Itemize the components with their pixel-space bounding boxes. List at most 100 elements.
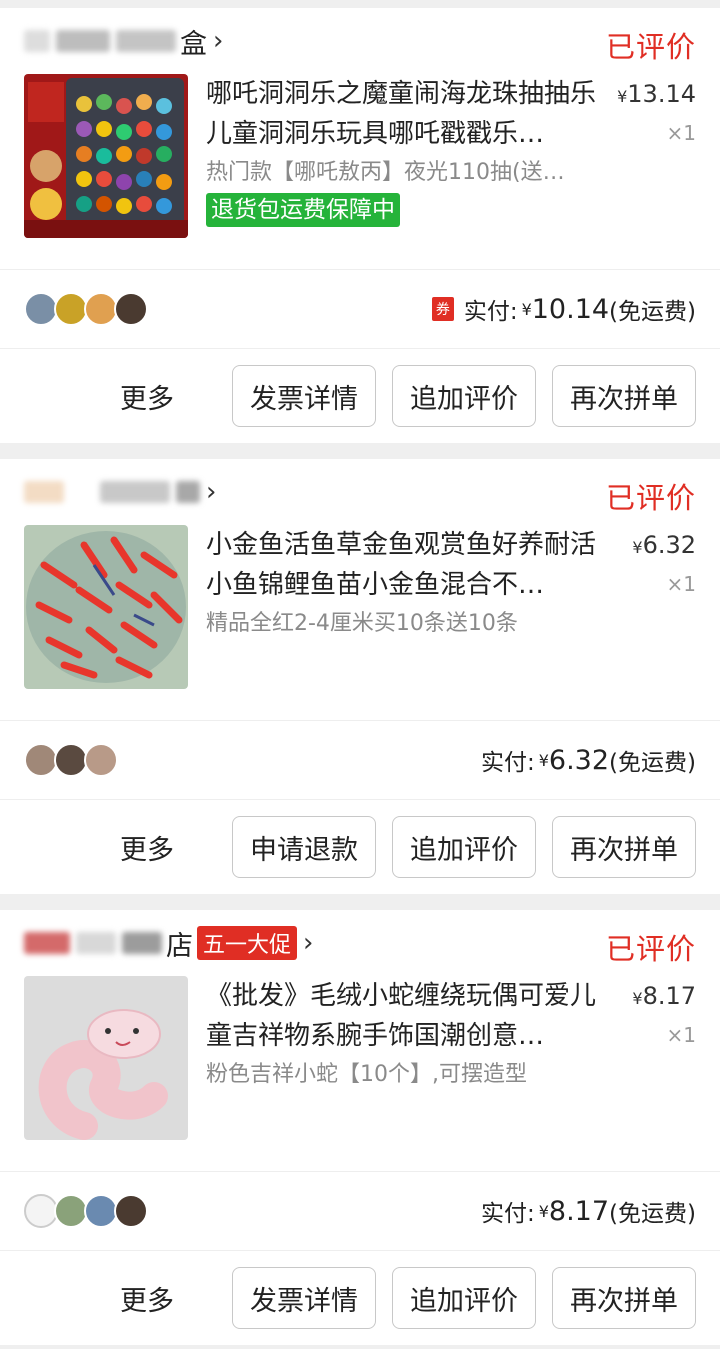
product-spec: 精品全红2-4厘米买10条送10条 [206, 611, 518, 636]
shop-header[interactable]: › 已评价 [0, 459, 720, 525]
shop-name-blurred [24, 30, 176, 52]
paid-label: 实付: [480, 1201, 535, 1227]
avatar [114, 1194, 148, 1228]
paid-row: 实付: ¥ 8.17 (免运费) [0, 1171, 720, 1251]
paid-amount: 实付: ¥ 6.32 (免运费) [481, 743, 696, 777]
paid-value: 6.32 [548, 744, 610, 776]
coupon-icon: 券 [431, 297, 454, 321]
group-avatars [24, 743, 118, 777]
order-status: 已评价 [605, 932, 696, 966]
more-button[interactable]: 更多 [120, 1279, 174, 1318]
paid-value: 8.17 [548, 1195, 610, 1227]
product-title[interactable]: 《批发》毛绒小蛇缠绕玩偶可爱儿童吉祥物系腕手饰国潮创意… [206, 976, 616, 1056]
shipping-note: (免运费) [609, 1201, 696, 1227]
order-card: 店 五一大促 › 已评价 《批发》毛绒小蛇缠绕玩偶可爱儿童吉祥物系腕手饰国潮创意… [0, 910, 720, 1345]
item-info: 小金鱼活鱼草金鱼观赏鱼好养耐活小鱼锦鲤鱼苗小金鱼混合不… 精品全红2-4厘米买1… [206, 525, 616, 720]
shop-name[interactable]: 盒 [180, 22, 207, 61]
group-avatars [24, 292, 148, 326]
paid-value: 10.14 [531, 293, 610, 325]
price-column: ¥6.32 ×1 [632, 525, 696, 596]
product-title[interactable]: 哪吒洞洞乐之魔童闹海龙珠抽抽乐儿童洞洞乐玩具哪吒戳戳乐… [206, 74, 616, 154]
unit-price: ¥13.14 [617, 74, 696, 117]
blur-block [70, 481, 94, 503]
paid-label: 实付: [463, 299, 518, 325]
avatar [84, 743, 118, 777]
paid-amount: 实付: ¥ 8.17 (免运费) [481, 1194, 696, 1228]
top-gap [0, 0, 720, 8]
blur-block [24, 481, 64, 503]
order-item[interactable]: 小金鱼活鱼草金鱼观赏鱼好养耐活小鱼锦鲤鱼苗小金鱼混合不… 精品全红2-4厘米买1… [0, 525, 720, 720]
shop-header[interactable]: 盒 › 已评价 [0, 8, 720, 74]
order-status: 已评价 [605, 30, 696, 64]
avatar [54, 292, 88, 326]
avatar [114, 292, 148, 326]
quantity: ×1 [666, 121, 696, 145]
unit-price: ¥6.32 [632, 525, 696, 568]
avatar [24, 292, 58, 326]
paid-label: 实付: [480, 750, 535, 776]
avatar [84, 1194, 118, 1228]
add-review-button[interactable]: 追加评价 [392, 1267, 536, 1329]
currency-symbol: ¥ [632, 538, 643, 557]
chevron-right-icon[interactable]: › [303, 928, 313, 958]
request-refund-button[interactable]: 申请退款 [232, 816, 376, 878]
shop-name-blurred [24, 932, 162, 954]
blur-block [24, 30, 50, 52]
shop-name[interactable]: 店 [166, 924, 193, 963]
product-spec: 粉色吉祥小蛇【10个】,可摆造型 [206, 1062, 527, 1087]
reorder-button[interactable]: 再次拼单 [552, 816, 696, 878]
add-review-button[interactable]: 追加评价 [392, 365, 536, 427]
order-card: › 已评价 小金鱼活鱼草金鱼观赏鱼好养耐活小鱼锦鲤鱼苗小金鱼混合不… 精品全红2… [0, 459, 720, 894]
order-item[interactable]: 哪吒洞洞乐之魔童闹海龙珠抽抽乐儿童洞洞乐玩具哪吒戳戳乐… 热门款【哪吒敖丙】夜光… [0, 74, 720, 269]
action-row: 更多 发票详情 追加评价 再次拼单 [0, 349, 720, 443]
currency-symbol: ¥ [617, 87, 628, 106]
avatar [54, 743, 88, 777]
product-title[interactable]: 小金鱼活鱼草金鱼观赏鱼好养耐活小鱼锦鲤鱼苗小金鱼混合不… [206, 525, 616, 605]
blur-block [122, 932, 162, 954]
paid-row: 实付: ¥ 6.32 (免运费) [0, 720, 720, 800]
invoice-details-button[interactable]: 发票详情 [232, 1267, 376, 1329]
quantity: ×1 [666, 1023, 696, 1047]
blur-block [116, 30, 176, 52]
unit-price-value: 6.32 [642, 531, 696, 559]
avatar [24, 743, 58, 777]
avatar [54, 1194, 88, 1228]
action-row: 更多 申请退款 追加评价 再次拼单 [0, 800, 720, 894]
chevron-right-icon[interactable]: › [206, 477, 216, 507]
currency-symbol: ¥ [538, 750, 549, 770]
paid-amount: 券 实付: ¥ 10.14 (免运费) [431, 292, 696, 326]
add-review-button[interactable]: 追加评价 [392, 816, 536, 878]
paid-row: 券 实付: ¥ 10.14 (免运费) [0, 269, 720, 349]
return-shipping-badge: 退货包运费保障中 [206, 193, 400, 227]
shop-name-blurred [24, 481, 200, 503]
product-image[interactable] [24, 976, 188, 1140]
more-button[interactable]: 更多 [120, 377, 174, 416]
product-image[interactable] [24, 74, 188, 238]
unit-price-value: 8.17 [642, 982, 696, 1010]
reorder-button[interactable]: 再次拼单 [552, 365, 696, 427]
avatar [84, 292, 118, 326]
group-avatars [24, 1194, 148, 1228]
more-button[interactable]: 更多 [120, 828, 174, 867]
shipping-note: (免运费) [609, 750, 696, 776]
order-status: 已评价 [605, 481, 696, 515]
action-row: 更多 发票详情 追加评价 再次拼单 [0, 1251, 720, 1345]
currency-symbol: ¥ [538, 1201, 549, 1221]
invoice-details-button[interactable]: 发票详情 [232, 365, 376, 427]
chevron-right-icon[interactable]: › [213, 26, 223, 56]
product-spec: 热门款【哪吒敖丙】夜光110抽(送… [206, 160, 565, 185]
blur-block [24, 932, 70, 954]
blur-block [100, 481, 170, 503]
avatar [24, 1194, 58, 1228]
shop-header[interactable]: 店 五一大促 › 已评价 [0, 910, 720, 976]
quantity: ×1 [666, 572, 696, 596]
reorder-button[interactable]: 再次拼单 [552, 1267, 696, 1329]
shipping-note: (免运费) [609, 299, 696, 325]
unit-price: ¥8.17 [632, 976, 696, 1019]
unit-price-value: 13.14 [627, 80, 696, 108]
currency-symbol: ¥ [521, 299, 532, 319]
blur-block [76, 932, 116, 954]
product-image[interactable] [24, 525, 188, 689]
order-item[interactable]: 《批发》毛绒小蛇缠绕玩偶可爱儿童吉祥物系腕手饰国潮创意… 粉色吉祥小蛇【10个】… [0, 976, 720, 1171]
order-card: 盒 › 已评价 哪吒洞洞乐之魔童闹海龙珠抽抽乐儿童洞洞乐玩具哪吒戳戳乐… 热门款… [0, 8, 720, 443]
